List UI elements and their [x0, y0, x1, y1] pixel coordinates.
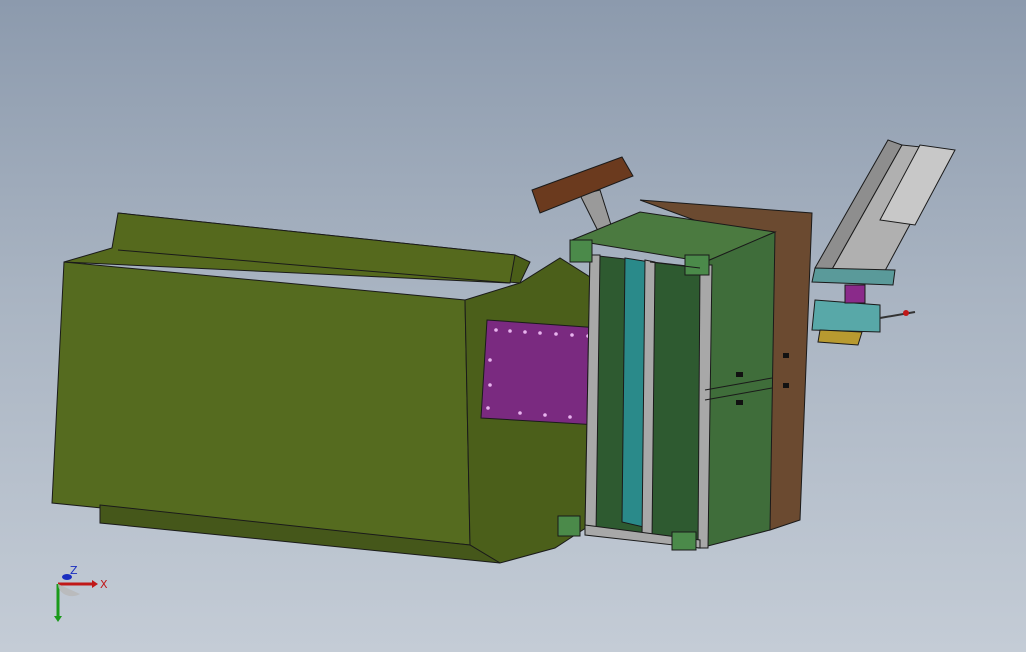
x-axis-label: X: [100, 578, 108, 591]
cad-viewport[interactable]: X Z: [0, 0, 1026, 652]
cad-model-scene[interactable]: [0, 0, 1026, 652]
axis-triad: X Z: [54, 564, 108, 622]
magenta-side-panel[interactable]: [480, 319, 601, 426]
z-axis-label: Z: [70, 564, 78, 577]
linear-rail-arm[interactable]: [811, 139, 956, 346]
frame-cabinet[interactable]: [557, 199, 813, 551]
